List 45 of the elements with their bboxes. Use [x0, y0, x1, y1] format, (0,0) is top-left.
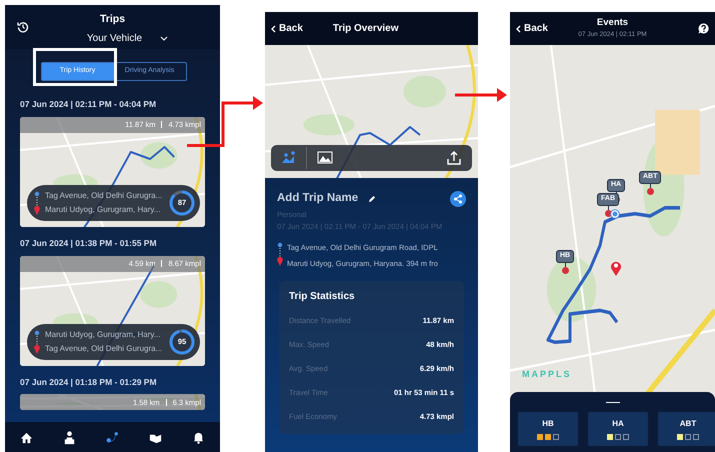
map-attribution: MAPPLS [522, 368, 572, 381]
rating-square [693, 434, 699, 440]
image-icon [317, 150, 333, 166]
trip-name: Add Trip Name [277, 191, 358, 206]
end-address: Tag Avenue, Old Delhi Gurugra... [45, 342, 163, 354]
route-pins-icon [34, 190, 40, 215]
drag-handle[interactable] [606, 402, 620, 403]
trip-date: 07 Jun 2024 | 01:18 PM - 01:29 PM [20, 376, 158, 388]
back-button[interactable]: Back [516, 21, 548, 36]
destination-pin-icon [610, 260, 622, 276]
pencil-icon[interactable] [368, 194, 376, 203]
rating-square [545, 434, 551, 440]
screen-title: Events [596, 16, 628, 30]
rating-square [623, 434, 629, 440]
stats-title: Trip Statistics [289, 290, 356, 304]
screen-title: Trip Overview [332, 22, 398, 36]
event-card[interactable]: HB [518, 412, 578, 446]
score-gauge [168, 328, 196, 356]
location-dot-icon [610, 209, 620, 219]
trip-date: 07 Jun 2024 | 01:38 PM - 01:55 PM [20, 236, 158, 250]
start-address: Tag Avenue, Old Delhi Gurugra... [45, 190, 163, 202]
vehicle-selector[interactable]: Your Vehicle [56, 30, 168, 46]
upload-icon [446, 150, 462, 166]
driver-icon[interactable] [62, 430, 77, 444]
share-icon[interactable] [450, 190, 466, 207]
start-address: Maruti Udyog, Gurugram, Hary... [45, 328, 162, 340]
screen-title: Trips [100, 12, 126, 27]
score-gauge [168, 188, 196, 217]
history-icon[interactable] [17, 21, 29, 33]
trip-date: 07 Jun 2024 | 02:11 PM - 04:04 PM [20, 98, 158, 111]
event-card[interactable]: ABT [658, 412, 715, 446]
help-icon[interactable] [698, 23, 709, 34]
chevron-left-icon [271, 24, 276, 32]
chevron-left-icon [516, 24, 521, 32]
back-button[interactable]: Back [271, 21, 303, 36]
rating-square [615, 434, 621, 440]
rating-square [685, 434, 691, 440]
route-icon[interactable] [105, 430, 120, 444]
route-pins-icon [277, 242, 283, 266]
rating-square [553, 434, 559, 440]
end-address: Maruti Udyog, Gurugram, Hary... [45, 204, 162, 216]
chevron-down-icon [160, 36, 168, 41]
route-pins-icon [34, 330, 40, 354]
flow-arrow [455, 88, 507, 102]
event-card[interactable]: HA [588, 412, 648, 446]
